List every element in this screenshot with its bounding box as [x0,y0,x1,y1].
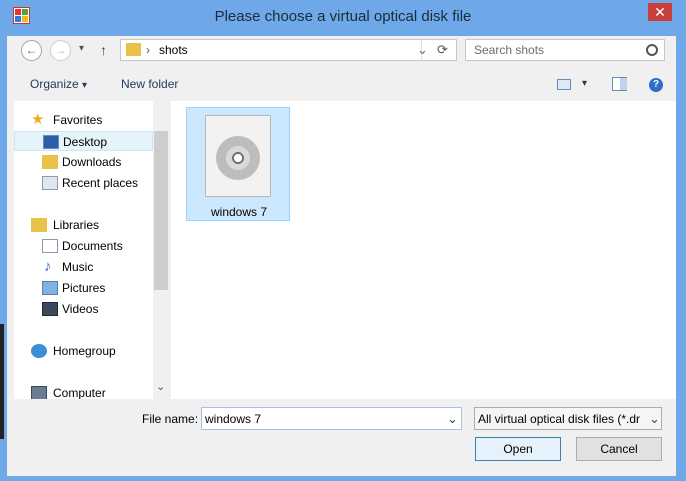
computer-icon [31,386,47,399]
disc-image-icon [205,115,271,197]
sidebar-item-label: Videos [62,302,99,316]
file-name-label: windows 7 [210,205,268,219]
breadcrumb-folder[interactable]: shots [159,43,188,57]
sidebar-item-label: Recent places [62,176,139,190]
organize-menu[interactable]: Organize ▾ [30,77,87,91]
file-name-value: windows 7 [205,412,262,426]
chevron-down-icon[interactable]: ⌄ [447,411,458,427]
navigation-scrollbar[interactable]: ⌄ [153,101,169,399]
sidebar-item-label: Documents [62,239,123,253]
preview-pane-icon[interactable] [612,77,627,91]
background-window-edge [0,324,4,439]
search-icon[interactable] [646,44,658,56]
sidebar-item-label: Music [62,260,94,274]
window-frame-bottom [0,476,686,481]
desktop-icon [43,135,59,149]
search-box[interactable]: Search shots [465,39,665,61]
file-item[interactable]: windows 7 [186,107,290,221]
dropdown-chevron-icon[interactable]: ⌄ [417,42,428,58]
disc-icon [216,136,260,180]
up-button[interactable]: ↑ [100,42,107,58]
file-name-label: File name: [142,412,199,426]
sidebar-item-label: Desktop [63,135,108,149]
sidebar-item-favorites[interactable]: ★ Favorites [14,110,153,130]
refresh-icon[interactable]: ⟳ [437,42,448,58]
back-button[interactable]: ← [21,40,42,61]
sidebar-item-downloads[interactable]: Downloads [14,152,153,172]
sidebar-item-music[interactable]: ♪ Music [14,257,153,277]
sidebar-item-pictures[interactable]: Pictures [14,278,153,298]
music-icon: ♪ [44,258,52,275]
breadcrumb-separator: › [146,43,150,57]
scroll-down-icon[interactable]: ⌄ [156,380,165,393]
downloads-folder-icon [42,155,58,169]
sidebar-item-label: Favorites [53,113,103,127]
forward-button[interactable]: → [50,40,71,61]
help-icon[interactable]: ? [649,78,663,92]
view-options-icon[interactable] [557,79,571,90]
close-button[interactable]: ✕ [648,3,672,21]
recent-locations-button[interactable]: ▾ [79,43,84,54]
file-type-value: All virtual optical disk files (*.dr [478,412,641,426]
sidebar-item-label: Pictures [62,281,106,295]
window-frame-right [676,36,686,481]
sidebar-item-videos[interactable]: Videos [14,299,153,319]
sidebar-item-homegroup[interactable]: Homegroup [14,341,153,361]
videos-icon [42,302,58,316]
sidebar-item-label: Computer [53,386,106,399]
sidebar-item-label: Homegroup [53,344,116,358]
sidebar-item-desktop[interactable]: Desktop [14,131,153,151]
pictures-icon [42,281,58,295]
sidebar-item-documents[interactable]: Documents [14,236,153,256]
sidebar-item-computer[interactable]: Computer [14,383,153,399]
star-icon: ★ [31,111,45,128]
recent-places-icon [42,176,58,190]
address-bar[interactable]: › shots ⌄ ⟳ [120,39,457,61]
sidebar-item-recent-places[interactable]: Recent places [14,173,153,193]
sidebar-item-label: Libraries [53,218,100,232]
chevron-down-icon[interactable]: ⌄ [647,411,660,427]
new-folder-button[interactable]: New folder [121,77,178,91]
file-type-select[interactable]: All virtual optical disk files (*.dr ⌄ [474,407,662,430]
libraries-icon [31,218,47,232]
sidebar-item-label: Downloads [62,155,122,169]
homegroup-icon [31,344,47,358]
search-input[interactable]: Search shots [474,43,544,57]
cancel-button[interactable]: Cancel [576,437,662,461]
navigation-pane: ★ Favorites Desktop Downloads Recent pla… [14,101,153,399]
view-options-arrow[interactable]: ▾ [582,78,587,89]
sidebar-item-libraries[interactable]: Libraries [14,215,153,235]
open-button[interactable]: Open [475,437,561,461]
folder-icon [126,43,141,56]
file-name-input[interactable]: windows 7 ⌄ [201,407,462,430]
documents-icon [42,239,58,253]
title-bar: Please choose a virtual optical disk fil… [0,0,686,36]
window-title: Please choose a virtual optical disk fil… [214,8,472,25]
scrollbar-thumb[interactable] [154,131,168,290]
